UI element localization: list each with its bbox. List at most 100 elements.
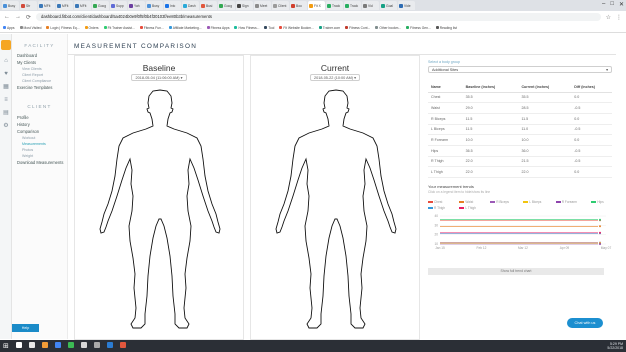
browser-tab[interactable]: Yah xyxy=(128,1,145,10)
cell-name: R Forearm xyxy=(428,134,463,146)
reload-icon[interactable]: ⟳ xyxy=(26,14,31,21)
baseline-date-select[interactable]: 2018-05-04 (11:06:00 AM) ▾ xyxy=(131,74,187,81)
bookmark-label: Apps xyxy=(7,25,15,30)
sidebar-item[interactable]: Profile xyxy=(12,114,67,121)
calendar-icon[interactable]: ▦ xyxy=(2,81,10,94)
bookmark-star-icon[interactable]: ☆ xyxy=(606,14,611,21)
windows-start-icon[interactable]: ⊞ xyxy=(3,342,9,350)
browser-tab[interactable]: Str xyxy=(20,1,37,10)
bookmark-item[interactable]: Fitness Fun... xyxy=(139,26,164,30)
current-date-select[interactable]: 2018-05-22 (10:00 AM) ▾ xyxy=(309,74,360,81)
taskbar-app-icon[interactable] xyxy=(106,342,113,348)
bookmark-item[interactable]: Fitness Gen... xyxy=(406,26,431,30)
taskbar-app-icon[interactable] xyxy=(80,342,87,348)
legend-swatch xyxy=(591,201,597,203)
browser-tab[interactable]: MFit xyxy=(38,1,55,10)
bookmark-item[interactable]: Fitness Cont... xyxy=(345,26,370,30)
browser-tab[interactable]: Supp xyxy=(110,1,127,10)
browser-tab[interactable]: Busy xyxy=(146,1,163,10)
trend-point[interactable] xyxy=(599,243,601,245)
browser-tab[interactable]: Vide xyxy=(398,1,415,10)
taskbar-app-icon[interactable] xyxy=(41,342,48,348)
bookmark-item[interactable]: Affiliate Marketing... xyxy=(168,26,202,30)
browser-tab[interactable]: Track xyxy=(326,1,343,10)
browser-tab[interactable]: Intc xyxy=(164,1,181,10)
legend-item[interactable]: Waist xyxy=(459,200,484,204)
sidebar-item[interactable]: Dashboard xyxy=(12,52,67,59)
browser-tab[interactable]: MFit xyxy=(56,1,73,10)
browser-tab[interactable]: Track xyxy=(344,1,361,10)
legend-item[interactable]: L Thigh xyxy=(459,206,484,210)
trend-point[interactable] xyxy=(599,218,601,221)
body-group-select[interactable]: Additional Sites ▾ xyxy=(428,66,612,73)
browser-tab[interactable]: Meet xyxy=(254,1,271,10)
os-taskbar: ⊞ 5:29 PM 5/22/2018 xyxy=(0,340,626,352)
sidebar-item[interactable]: History xyxy=(12,121,67,128)
sidebar-item[interactable]: Exercise Templates xyxy=(12,84,67,91)
tab-label: Str xyxy=(26,3,31,8)
browser-tab[interactable]: Busi xyxy=(200,1,217,10)
browser-tab[interactable]: Goog xyxy=(218,1,235,10)
chat-button[interactable]: Chat with us xyxy=(567,318,603,328)
trend-point[interactable] xyxy=(599,225,601,228)
legend-label: R Forearm xyxy=(561,200,577,204)
bookmark-item[interactable]: Orders xyxy=(84,26,99,30)
browser-tab[interactable]: Goog xyxy=(92,1,109,10)
browser-tab[interactable]: Dash xyxy=(182,1,199,10)
bookmark-item[interactable]: Fitness Apps xyxy=(206,26,229,30)
bookmark-item[interactable]: Other bookm... xyxy=(375,26,401,30)
browser-tab[interactable]: Boo xyxy=(290,1,307,10)
browser-tab[interactable]: Goal xyxy=(380,1,397,10)
legend-item[interactable]: R Forearm xyxy=(555,200,586,204)
app-logo[interactable] xyxy=(1,40,11,50)
bookmark-item[interactable]: Fit Website Bookm... xyxy=(279,26,314,30)
bookmark-item[interactable]: Trainer.com xyxy=(318,26,340,30)
bookmark-favicon-icon xyxy=(84,26,88,29)
back-icon[interactable]: ← xyxy=(4,14,10,20)
taskbar-app-icon[interactable] xyxy=(119,342,126,348)
bookmark-item[interactable]: Login | Fitness Eq... xyxy=(46,26,80,30)
sidebar-item[interactable]: My Clients xyxy=(12,59,67,66)
bookmark-item[interactable]: Tool xyxy=(264,26,274,30)
taskbar-app-icon[interactable] xyxy=(93,342,100,348)
close-icon[interactable]: ✕ xyxy=(619,1,624,8)
sidebar-item[interactable]: Download Measurements xyxy=(12,159,67,166)
taskbar-app-icon[interactable] xyxy=(28,342,35,348)
home-icon[interactable]: ⌂ xyxy=(2,55,10,68)
trends-title: Your measurement trends xyxy=(428,184,474,189)
table-header: Name Baseline (inches) Current (inches) Dif… xyxy=(428,82,612,93)
help-button[interactable]: Help xyxy=(12,324,39,332)
menu-icon[interactable]: ⋮ xyxy=(616,14,622,21)
bookmark-item[interactable]: Most Visited xyxy=(19,26,41,30)
taskbar-app-icon[interactable] xyxy=(54,342,61,348)
browser-tab[interactable]: MFit xyxy=(74,1,91,10)
bookmark-item[interactable]: How Fitness... xyxy=(234,26,259,30)
trend-point[interactable] xyxy=(599,231,601,234)
legend-item[interactable]: R Biceps xyxy=(490,200,517,204)
browser-tab[interactable]: Sign xyxy=(236,1,253,10)
maximize-icon[interactable]: □ xyxy=(610,1,614,8)
browser-tab[interactable]: Client xyxy=(272,1,289,10)
browser-tab[interactable]: Vid xyxy=(362,1,379,10)
sidebar-item[interactable]: Comparison xyxy=(12,128,67,135)
chart-icon[interactable]: ▤ xyxy=(2,107,10,120)
url-input[interactable]: dashboard.fitbot.com/client/dashboard/5a… xyxy=(36,13,601,21)
legend-item[interactable]: R Thigh xyxy=(428,206,453,210)
clients-icon[interactable]: ♥ xyxy=(2,68,10,81)
browser-tab[interactable]: Fit X xyxy=(308,1,325,10)
bookmark-label: Fitness Cont... xyxy=(349,25,371,30)
bookmark-item[interactable]: Fit Trainer Assist... xyxy=(103,26,135,30)
minimize-icon[interactable]: – xyxy=(602,1,605,8)
legend-item[interactable]: Chest xyxy=(428,200,453,204)
list-icon[interactable]: ≡ xyxy=(2,94,10,107)
full-trend-button[interactable]: Show full trend chart xyxy=(428,268,604,275)
bookmark-item[interactable]: Apps xyxy=(3,26,15,30)
bookmark-item[interactable]: Reading list xyxy=(435,26,457,30)
browser-tab[interactable]: Busy xyxy=(2,1,19,10)
taskbar-app-icon[interactable] xyxy=(15,342,22,348)
taskbar-app-icon[interactable] xyxy=(67,342,74,348)
legend-item[interactable]: L Biceps xyxy=(523,200,549,204)
gear-icon[interactable]: ⚙ xyxy=(2,120,10,133)
legend-item[interactable]: Hips xyxy=(591,200,612,204)
forward-icon[interactable]: → xyxy=(15,14,21,20)
